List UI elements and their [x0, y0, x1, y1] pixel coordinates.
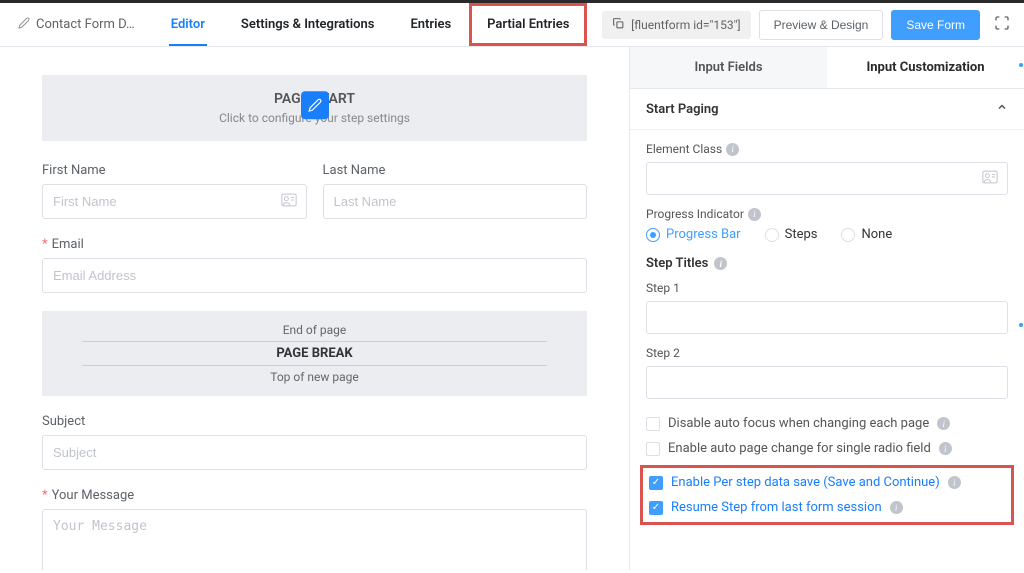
tab-partial-entries[interactable]: Partial Entries: [469, 3, 587, 46]
checkbox-icon: [649, 476, 663, 490]
section-title: Start Paging: [646, 102, 719, 117]
radio-progress-bar[interactable]: Progress Bar: [646, 227, 741, 242]
radio-icon: [841, 228, 855, 242]
step1-input[interactable]: [646, 301, 1008, 334]
checkbox-icon: [646, 442, 660, 456]
checkbox-icon: [649, 501, 663, 515]
message-group: *Your Message: [42, 488, 587, 570]
last-name-label: Last Name: [323, 163, 588, 178]
message-label: *Your Message: [42, 488, 587, 503]
panel-tab-fields[interactable]: Input Fields: [630, 47, 827, 88]
subject-group: Subject: [42, 414, 587, 470]
message-textarea[interactable]: [42, 509, 587, 570]
info-icon[interactable]: i: [937, 417, 950, 430]
progress-indicator-radios: Progress Bar Steps None: [646, 227, 1008, 242]
radio-steps[interactable]: Steps: [765, 227, 818, 242]
info-icon[interactable]: i: [748, 208, 761, 221]
top-nav: Contact Form D… Editor Settings & Integr…: [0, 3, 1024, 47]
first-name-label: First Name: [42, 163, 307, 178]
check-per-step-save[interactable]: Enable Per step data save (Save and Cont…: [649, 470, 1005, 495]
tab-entries[interactable]: Entries: [392, 3, 469, 46]
check-auto-page[interactable]: Enable auto page change for single radio…: [646, 436, 1008, 461]
page-break-top: End of page: [42, 321, 587, 339]
progress-indicator-label: Progress Indicator i: [646, 207, 1008, 221]
page-start-edit-button[interactable]: [301, 91, 329, 119]
copy-icon: [612, 17, 625, 33]
element-class-input[interactable]: [646, 162, 1008, 195]
nav-tabs: Editor Settings & Integrations Entries P…: [153, 3, 588, 46]
checkbox-icon: [646, 417, 660, 431]
form-canvas: PAGE START Click to configure your step …: [0, 47, 629, 570]
tab-settings[interactable]: Settings & Integrations: [223, 3, 393, 46]
first-name-input[interactable]: [42, 184, 307, 219]
panel-tabs: Input Fields Input Customization: [630, 47, 1024, 89]
info-icon[interactable]: i: [948, 476, 961, 489]
email-group: *Email: [42, 237, 587, 293]
page-start-box[interactable]: PAGE START Click to configure your step …: [42, 75, 587, 141]
radio-icon: [765, 228, 779, 242]
page-break-mid: PAGE BREAK: [82, 341, 547, 366]
panel-body: Element Class i Progress Indicator i Pro…: [630, 130, 1024, 541]
section-head-start-paging[interactable]: Start Paging: [630, 89, 1024, 130]
address-card-icon: [281, 193, 297, 210]
chevron-up-icon: [996, 101, 1008, 117]
form-title-text: Contact Form D…: [36, 17, 135, 32]
last-name-input[interactable]: [323, 184, 588, 219]
radio-none[interactable]: None: [841, 227, 892, 242]
email-label: *Email: [42, 237, 587, 252]
page-break-box[interactable]: End of page PAGE BREAK Top of new page: [42, 311, 587, 396]
panel-tab-customization[interactable]: Input Customization: [827, 47, 1024, 88]
check-disable-focus[interactable]: Disable auto focus when changing each pa…: [646, 411, 1008, 436]
email-input[interactable]: [42, 258, 587, 293]
step2-input[interactable]: [646, 366, 1008, 399]
step1-label: Step 1: [646, 281, 1008, 295]
expand-icon[interactable]: [988, 9, 1016, 41]
pencil-icon: [18, 17, 30, 33]
first-name-group: First Name: [42, 163, 307, 219]
main: PAGE START Click to configure your step …: [0, 47, 1024, 570]
info-icon[interactable]: i: [726, 143, 739, 156]
info-icon[interactable]: i: [714, 257, 727, 270]
scroll-indicator: [1019, 323, 1023, 327]
element-class-label: Element Class i: [646, 142, 1008, 156]
tab-editor[interactable]: Editor: [153, 3, 223, 46]
subject-label: Subject: [42, 414, 587, 429]
radio-icon: [646, 228, 660, 242]
highlight-box: Enable Per step data save (Save and Cont…: [640, 465, 1014, 525]
preview-button[interactable]: Preview & Design: [759, 10, 884, 40]
save-button[interactable]: Save Form: [891, 10, 980, 40]
scroll-indicator: [1019, 63, 1023, 67]
step-titles-label: Step Titles i: [646, 256, 1008, 271]
last-name-group: Last Name: [323, 163, 588, 219]
info-icon[interactable]: i: [890, 501, 903, 514]
page-break-bot: Top of new page: [42, 368, 587, 386]
form-title[interactable]: Contact Form D…: [8, 17, 145, 33]
name-row: First Name Last Name: [42, 163, 587, 219]
info-icon[interactable]: i: [939, 442, 952, 455]
top-right: [fluentform id="153"] Preview & Design S…: [602, 9, 1016, 41]
right-panel: Input Fields Input Customization Start P…: [629, 47, 1024, 570]
shortcode-text: [fluentform id="153"]: [631, 18, 740, 32]
shortcode-box[interactable]: [fluentform id="153"]: [602, 11, 750, 39]
address-card-icon: [982, 170, 998, 187]
step2-label: Step 2: [646, 346, 1008, 360]
subject-input[interactable]: [42, 435, 587, 470]
check-resume-step[interactable]: Resume Step from last form session i: [649, 495, 1005, 520]
